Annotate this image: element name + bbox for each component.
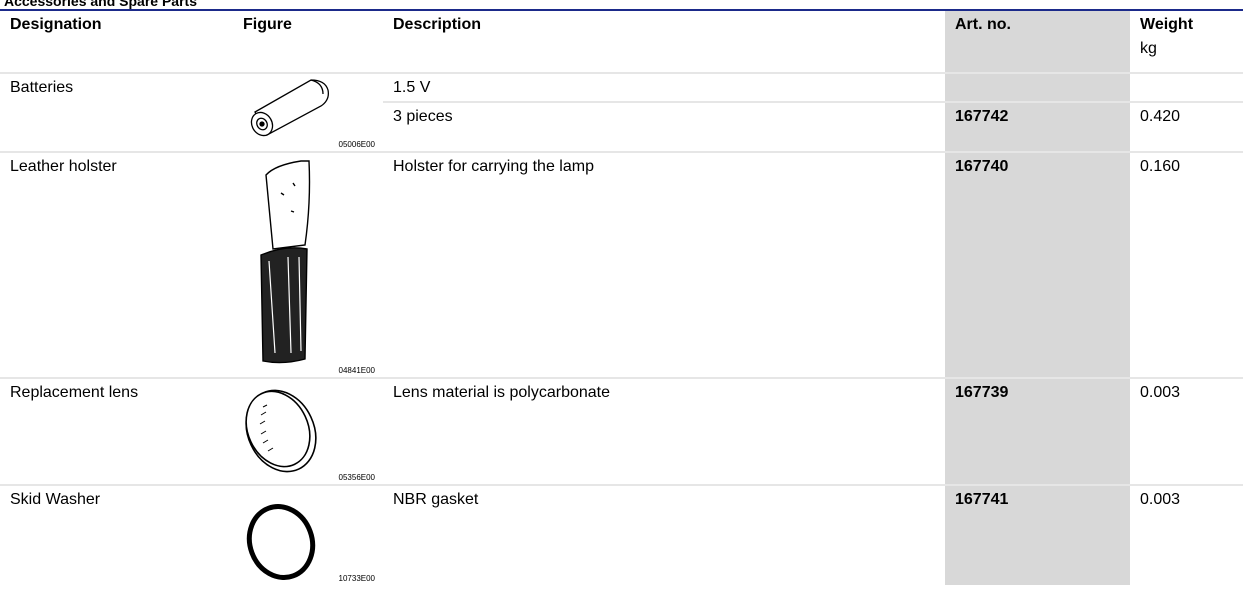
battery-icon xyxy=(250,79,329,137)
table-row: Batteries 05006E00 1.5 V xyxy=(0,73,1243,153)
table-row: Replacement lens 05356E00 Lens material … xyxy=(0,378,1243,486)
art-no-cell xyxy=(945,73,1130,103)
weight-cell xyxy=(1130,73,1243,103)
parts-table: Designation Figure Description Art. no. … xyxy=(0,11,1243,585)
figure-cell: 05006E00 xyxy=(233,73,383,153)
figure-code: 05356E00 xyxy=(338,473,375,482)
figure-cell: 05356E00 xyxy=(233,378,383,486)
section-title: Accessories and Spare Parts xyxy=(4,0,197,9)
lens-icon xyxy=(245,389,317,473)
description-cell: Holster for carrying the lamp xyxy=(383,152,945,379)
table-row: Leather holster 04841E00 Holster for car… xyxy=(0,152,1243,379)
art-no-cell: 167739 xyxy=(945,378,1130,486)
designation-cell: Leather holster xyxy=(0,152,233,379)
header-figure: Figure xyxy=(233,11,383,74)
weight-cell: 0.003 xyxy=(1140,491,1181,508)
art-no-cell: 167740 xyxy=(945,152,1130,379)
weight-cell: 0.160 xyxy=(1130,152,1243,379)
figure-cell: 04841E00 xyxy=(233,152,383,379)
header-weight-label: Weight xyxy=(1140,16,1194,33)
art-no-cell: 167742 xyxy=(945,102,1130,153)
header-description: Description xyxy=(383,11,945,74)
figure-code: 04841E00 xyxy=(338,366,375,375)
description-cell: 3 pieces xyxy=(383,102,945,153)
designation-cell: Batteries xyxy=(0,73,233,153)
designation-cell: Skid Washer xyxy=(10,491,101,508)
header-weight: Weight kg xyxy=(1130,11,1243,74)
header-row: Designation Figure Description Art. no. … xyxy=(0,11,1243,74)
figure-code: 05006E00 xyxy=(338,140,375,149)
art-no-cell: 167741 xyxy=(945,485,1130,585)
figure-code: 10733E00 xyxy=(338,574,375,583)
header-art-no: Art. no. xyxy=(945,11,1130,74)
description-cell: Lens material is polycarbonate xyxy=(383,378,945,486)
holster-icon xyxy=(260,160,311,364)
header-designation: Designation xyxy=(0,11,233,74)
weight-cell: 0.003 xyxy=(1130,378,1243,486)
weight-cell: 0.420 xyxy=(1130,102,1243,153)
description-cell: 1.5 V xyxy=(383,73,945,103)
designation-cell: Replacement lens xyxy=(0,378,233,486)
table-row: Skid Washer 10733E00 NBR gasket 167741 0… xyxy=(0,485,1243,585)
description-cell: NBR gasket xyxy=(393,491,479,508)
header-weight-unit: kg xyxy=(1140,40,1157,57)
figure-cell: 10733E00 xyxy=(233,485,383,585)
washer-icon xyxy=(246,504,316,580)
